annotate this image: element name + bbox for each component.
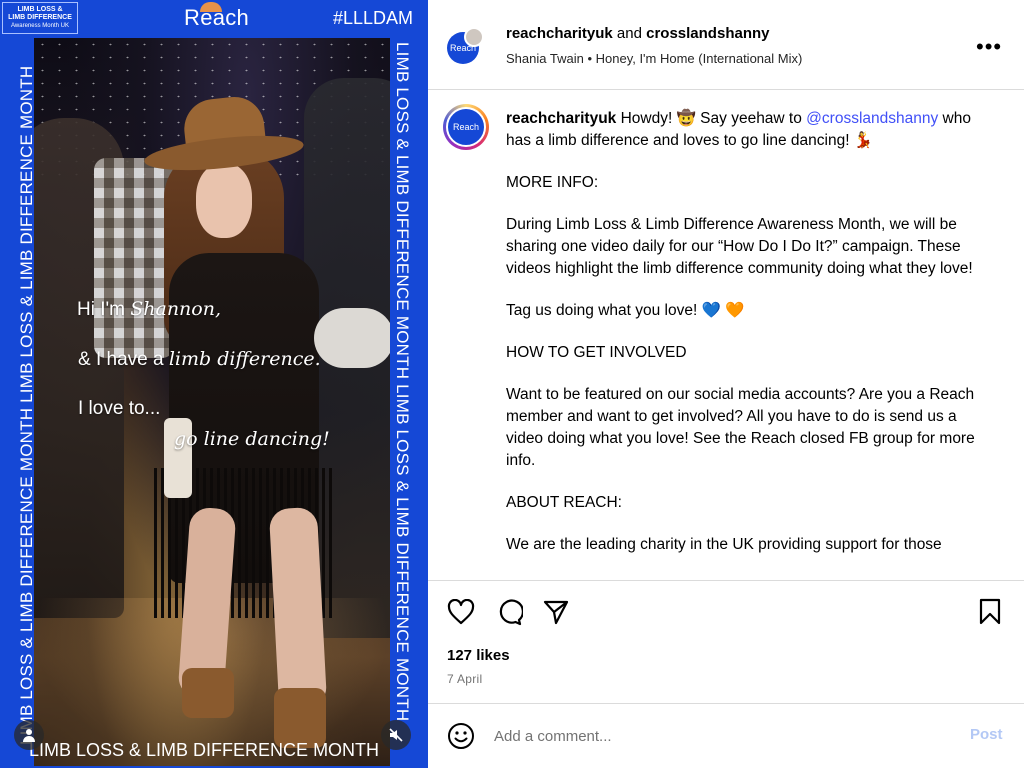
awareness-month-badge: LIMB LOSS & LIMB DIFFERENCE Awareness Mo… (2, 2, 78, 34)
checked-shirt-figure (94, 158, 174, 358)
badge-line-2: LIMB DIFFERENCE (8, 14, 72, 21)
comment-input[interactable] (494, 724, 934, 748)
reach-logo-text: Reach (184, 5, 250, 30)
audio-artist: Shania Twain (506, 51, 584, 66)
caption-text: reachcharityuk Howdy! 🤠 Say yeehaw to @c… (506, 108, 976, 576)
reach-logo: Reach (184, 2, 250, 31)
post-media[interactable]: LIMB LOSS & LIMB DIFFERENCE Awareness Mo… (0, 0, 428, 768)
dancer-face (196, 163, 252, 238)
heart-icon (447, 599, 475, 625)
caption-mention-link[interactable]: @crosslandshanny (806, 110, 938, 127)
caption-paragraph-3: Want to be featured on our social media … (506, 386, 975, 469)
more-options-icon[interactable]: ••• (976, 34, 1002, 60)
cowboy-hat (142, 93, 306, 177)
story-ring[interactable]: Reach (443, 104, 489, 150)
overlay-line-4: go line dancing! (174, 428, 330, 451)
emoji-button[interactable] (445, 720, 477, 752)
like-button[interactable] (445, 596, 477, 628)
badge-line-1: LIMB LOSS & (17, 6, 63, 13)
overlay-line-1: Hi I'm Shannon, (77, 298, 221, 321)
caption-avatar: Reach (446, 107, 486, 147)
action-bar: 127 likes 7 April (428, 580, 1024, 695)
dancer-boot-left (182, 668, 234, 718)
bookmark-icon (979, 598, 1001, 625)
save-button[interactable] (974, 596, 1006, 628)
caption-paragraph-2: Tag us doing what you love! 💙 🧡 (506, 302, 745, 319)
video-frame[interactable]: Hi I'm Shannon, & I have a limb differen… (34, 38, 390, 766)
caption-intro-a: Howdy! 🤠 Say yeehaw to (616, 110, 807, 127)
post-authors: reachcharityuk and crosslandshanny (506, 25, 770, 42)
audio-track[interactable]: Shania Twain • Honey, I'm Home (Internat… (506, 51, 802, 66)
overlay-line-2: & I have a limb difference. (78, 348, 321, 371)
post-comment-button[interactable]: Post (970, 726, 1003, 743)
hashtag-label: #LLLDAM (333, 8, 414, 28)
how-to-heading: HOW TO GET INVOLVED (506, 344, 687, 361)
post-header: Reach reachcharityuk and crosslandshanny… (428, 0, 1024, 90)
overlay-line-4-text: go line dancing! (174, 428, 330, 450)
caption-intro: reachcharityuk Howdy! 🤠 Say yeehaw to @c… (506, 108, 976, 152)
muted-speaker-icon (389, 728, 403, 742)
post-date[interactable]: 7 April (447, 672, 482, 686)
emoji-icon (448, 723, 474, 749)
caption-paragraph-4: We are the leading charity in the UK pro… (506, 536, 942, 553)
comment-box: Post (428, 703, 1024, 768)
caption-area: Reach reachcharityuk Howdy! 🤠 Say yeehaw… (428, 90, 1024, 580)
like-count[interactable]: 127 likes (447, 647, 510, 664)
author-connector: and (612, 25, 647, 42)
about-heading: ABOUT REACH: (506, 494, 622, 511)
bottom-banner: LIMB LOSS & LIMB DIFFERENCE MONTH (29, 740, 380, 760)
overlay-line-1-a: Hi I'm (77, 299, 131, 320)
post-modal: LIMB LOSS & LIMB DIFFERENCE Awareness Mo… (0, 0, 1024, 768)
person-icon (23, 729, 35, 742)
collab-avatar[interactable] (464, 27, 484, 47)
overlay-line-3: I love to... (78, 398, 161, 419)
overlay-line-1-b: Shannon, (130, 298, 222, 320)
tagged-users-button[interactable] (14, 720, 44, 750)
mute-button[interactable] (381, 720, 411, 750)
audio-song: Honey, I'm Home (International Mix) (595, 51, 803, 66)
badge-line-3: Awareness Month UK (11, 23, 69, 29)
dancer-sleeve (314, 308, 390, 368)
caption-paragraph-1: During Limb Loss & Limb Difference Aware… (506, 216, 973, 277)
dancer-boot-right (274, 688, 326, 748)
collaborator-username[interactable]: crosslandshanny (646, 25, 769, 42)
caption-avatar-text: Reach (452, 122, 479, 132)
share-button[interactable] (540, 596, 572, 628)
caption-username[interactable]: reachcharityuk (506, 110, 616, 127)
share-icon (543, 600, 569, 625)
comment-icon (499, 599, 523, 626)
overlay-line-2-b: limb difference. (168, 348, 321, 370)
more-info-heading: MORE INFO: (506, 174, 599, 191)
audio-separator: • (583, 51, 596, 66)
side-banner-left: LIMB LOSS & LIMB DIFFERENCE MONTH LIMB L… (17, 65, 36, 745)
side-banner-right: LIMB LOSS & LIMB DIFFERENCE MONTH LIMB L… (393, 42, 412, 722)
overlay-line-2-a: & I have a (78, 349, 169, 370)
author-username[interactable]: reachcharityuk (506, 25, 613, 42)
comment-button[interactable] (493, 596, 525, 628)
post-details-panel: Reach reachcharityuk and crosslandshanny… (428, 0, 1024, 768)
